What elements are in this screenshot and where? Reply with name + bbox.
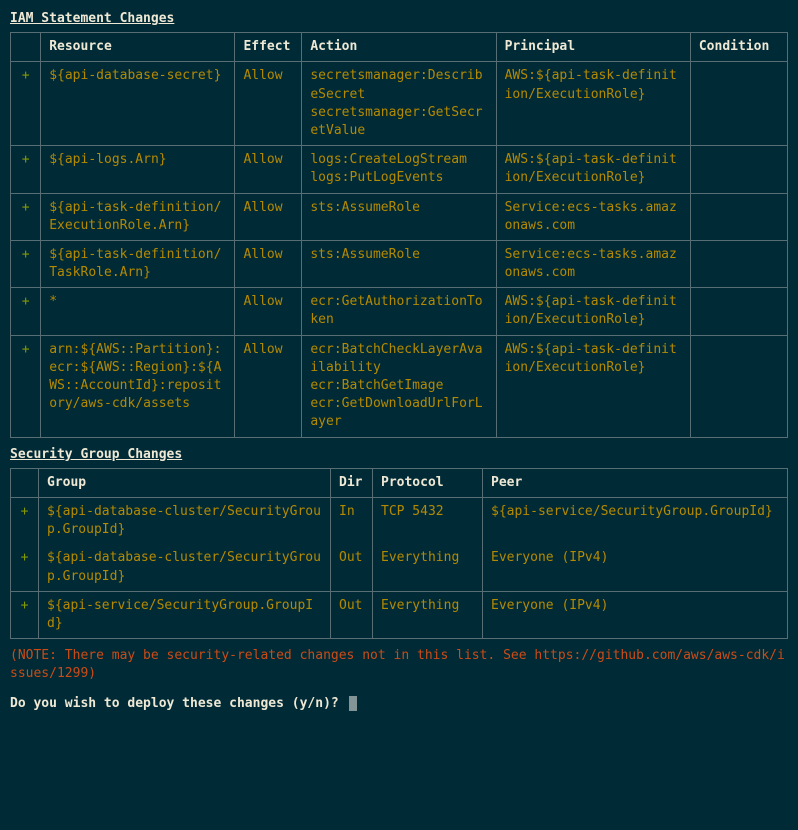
iam-principal: AWS:${api-task-definition/ExecutionRole} — [496, 335, 690, 437]
iam-effect: Allow — [235, 288, 302, 335]
iam-header-blank — [11, 33, 41, 62]
sg-section-header: Security Group Changes — [10, 446, 788, 464]
sg-header-dir: Dir — [331, 468, 373, 497]
change-marker: + — [11, 288, 41, 335]
iam-condition — [690, 288, 787, 335]
iam-condition — [690, 146, 787, 193]
iam-statement-table: Resource Effect Action Principal Conditi… — [10, 32, 788, 437]
change-marker: + — [11, 240, 41, 287]
iam-effect: Allow — [235, 62, 302, 146]
sg-header-group: Group — [39, 468, 331, 497]
sg-row: +${api-database-cluster/SecurityGroup.Gr… — [11, 544, 788, 591]
sg-group: ${api-database-cluster/SecurityGroup.Gro… — [39, 544, 331, 591]
sg-dir: Out — [331, 544, 373, 591]
deploy-prompt-text: Do you wish to deploy these changes (y/n… — [10, 696, 347, 711]
iam-condition — [690, 240, 787, 287]
iam-effect: Allow — [235, 193, 302, 240]
iam-resource: * — [41, 288, 235, 335]
iam-action: secretsmanager:DescribeSecret secretsman… — [302, 62, 496, 146]
sg-protocol: Everything — [373, 591, 483, 638]
security-note: (NOTE: There may be security-related cha… — [10, 647, 788, 683]
iam-action: logs:CreateLogStream logs:PutLogEvents — [302, 146, 496, 193]
iam-header-row: Resource Effect Action Principal Conditi… — [11, 33, 788, 62]
cursor-icon — [349, 696, 357, 711]
change-marker: + — [11, 544, 39, 591]
sg-header-blank — [11, 468, 39, 497]
sg-group: ${api-database-cluster/SecurityGroup.Gro… — [39, 497, 331, 544]
deploy-prompt-line[interactable]: Do you wish to deploy these changes (y/n… — [10, 695, 788, 713]
sg-peer: Everyone (IPv4) — [483, 591, 788, 638]
iam-row: +${api-task-definition/ExecutionRole.Arn… — [11, 193, 788, 240]
iam-action: sts:AssumeRole — [302, 193, 496, 240]
iam-resource: arn:${AWS::Partition}:ecr:${AWS::Region}… — [41, 335, 235, 437]
iam-action: ecr:BatchCheckLayerAvailability ecr:Batc… — [302, 335, 496, 437]
iam-row: +${api-database-secret}Allowsecretsmanag… — [11, 62, 788, 146]
iam-header-resource: Resource — [41, 33, 235, 62]
change-marker: + — [11, 335, 41, 437]
sg-header-row: Group Dir Protocol Peer — [11, 468, 788, 497]
sg-peer: ${api-service/SecurityGroup.GroupId} — [483, 497, 788, 544]
iam-header-principal: Principal — [496, 33, 690, 62]
sg-table: Group Dir Protocol Peer +${api-database-… — [10, 468, 788, 639]
iam-header-action: Action — [302, 33, 496, 62]
sg-protocol: TCP 5432 — [373, 497, 483, 544]
iam-resource: ${api-task-definition/TaskRole.Arn} — [41, 240, 235, 287]
change-marker: + — [11, 497, 39, 544]
iam-header-effect: Effect — [235, 33, 302, 62]
iam-section-header: IAM Statement Changes — [10, 10, 788, 28]
iam-condition — [690, 335, 787, 437]
iam-row: +arn:${AWS::Partition}:ecr:${AWS::Region… — [11, 335, 788, 437]
iam-resource: ${api-task-definition/ExecutionRole.Arn} — [41, 193, 235, 240]
change-marker: + — [11, 193, 41, 240]
iam-action: sts:AssumeRole — [302, 240, 496, 287]
iam-effect: Allow — [235, 240, 302, 287]
iam-condition — [690, 62, 787, 146]
change-marker: + — [11, 146, 41, 193]
sg-row: +${api-database-cluster/SecurityGroup.Gr… — [11, 497, 788, 544]
iam-principal: Service:ecs-tasks.amazonaws.com — [496, 193, 690, 240]
sg-dir: In — [331, 497, 373, 544]
iam-header-condition: Condition — [690, 33, 787, 62]
sg-dir: Out — [331, 591, 373, 638]
iam-effect: Allow — [235, 146, 302, 193]
iam-principal: Service:ecs-tasks.amazonaws.com — [496, 240, 690, 287]
sg-protocol: Everything — [373, 544, 483, 591]
iam-row: +${api-task-definition/TaskRole.Arn}Allo… — [11, 240, 788, 287]
sg-header-peer: Peer — [483, 468, 788, 497]
iam-effect: Allow — [235, 335, 302, 437]
sg-group: ${api-service/SecurityGroup.GroupId} — [39, 591, 331, 638]
iam-principal: AWS:${api-task-definition/ExecutionRole} — [496, 288, 690, 335]
sg-header-protocol: Protocol — [373, 468, 483, 497]
iam-condition — [690, 193, 787, 240]
iam-resource: ${api-logs.Arn} — [41, 146, 235, 193]
iam-row: +*Allowecr:GetAuthorizationTokenAWS:${ap… — [11, 288, 788, 335]
change-marker: + — [11, 591, 39, 638]
iam-principal: AWS:${api-task-definition/ExecutionRole} — [496, 146, 690, 193]
iam-action: ecr:GetAuthorizationToken — [302, 288, 496, 335]
iam-row: +${api-logs.Arn}Allowlogs:CreateLogStrea… — [11, 146, 788, 193]
iam-resource: ${api-database-secret} — [41, 62, 235, 146]
sg-peer: Everyone (IPv4) — [483, 544, 788, 591]
change-marker: + — [11, 62, 41, 146]
iam-principal: AWS:${api-task-definition/ExecutionRole} — [496, 62, 690, 146]
sg-row: +${api-service/SecurityGroup.GroupId}Out… — [11, 591, 788, 638]
